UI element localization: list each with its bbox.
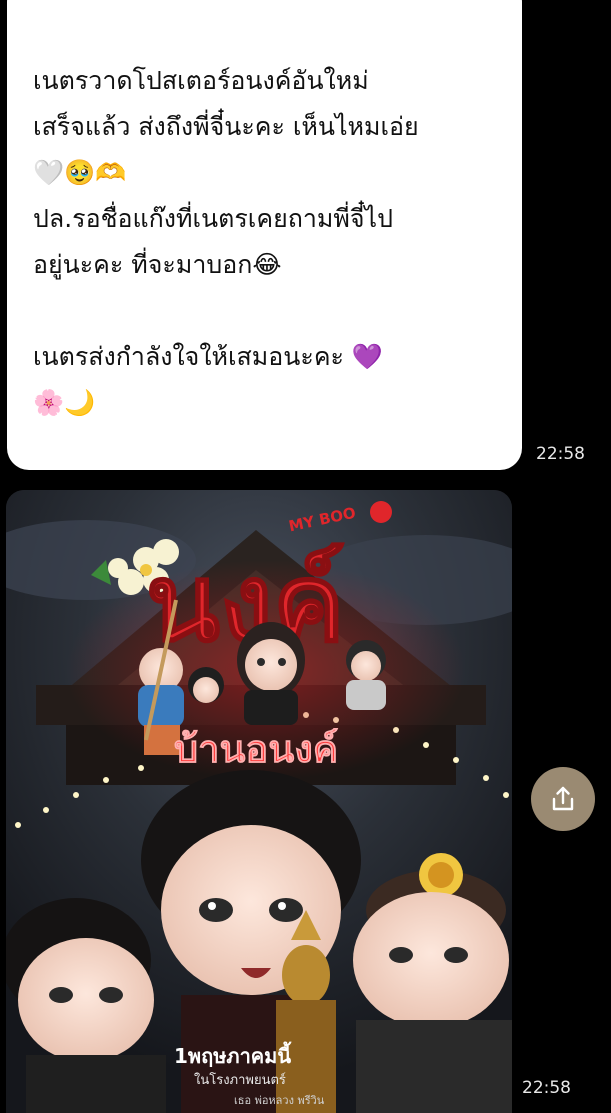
chat-view: เนตรวาดโปสเตอร์อนงค์อันใหม่ เสร็จแล้ว ส่… [0, 0, 611, 1113]
message-bubble-text[interactable]: เนตรวาดโปสเตอร์อนงค์อันใหม่ เสร็จแล้ว ส่… [7, 0, 522, 470]
poster-image: MY BOO นงค์ บ้านอนงค์ 1พฤษภาคมนี้ ในโรงภ… [6, 490, 512, 1113]
message-timestamp: 22:58 [536, 444, 585, 464]
share-button[interactable] [531, 767, 595, 831]
message-emoji-line: 🤍🥹🫶 [33, 158, 127, 187]
message-line: อยู่นะคะ ที่จะมาบอก😂 [33, 250, 282, 279]
message-line: เนตรวาดโปสเตอร์อนงค์อันใหม่ [33, 66, 369, 95]
message-timestamp: 22:58 [522, 1078, 571, 1098]
poster-subtitle: บ้านอนงค์ [174, 727, 338, 771]
poster-credit-line: เธอ พ่อหลวง พรีวิน [234, 1094, 325, 1107]
message-line: เนตรส่งกำลังใจให้เสมอนะคะ 💜 [33, 342, 384, 371]
share-icon [548, 784, 578, 814]
message-bubble-image[interactable]: MY BOO นงค์ บ้านอนงค์ 1พฤษภาคมนี้ ในโรงภ… [6, 490, 512, 1113]
message-line: ปล.รอชื่อแก๊งที่เนตรเคยถามพี่จี๋ไป [33, 204, 393, 233]
poster-release-date: 1พฤษภาคมนี้ [174, 1041, 292, 1068]
message-line: เสร็จแล้ว ส่งถึงพี่จี๋นะคะ เห็นไหมเอ่ย [33, 112, 419, 141]
message-emoji-line: 🌸🌙 [33, 388, 96, 417]
poster-cinema-line: ในโรงภาพยนตร์ [194, 1072, 286, 1088]
